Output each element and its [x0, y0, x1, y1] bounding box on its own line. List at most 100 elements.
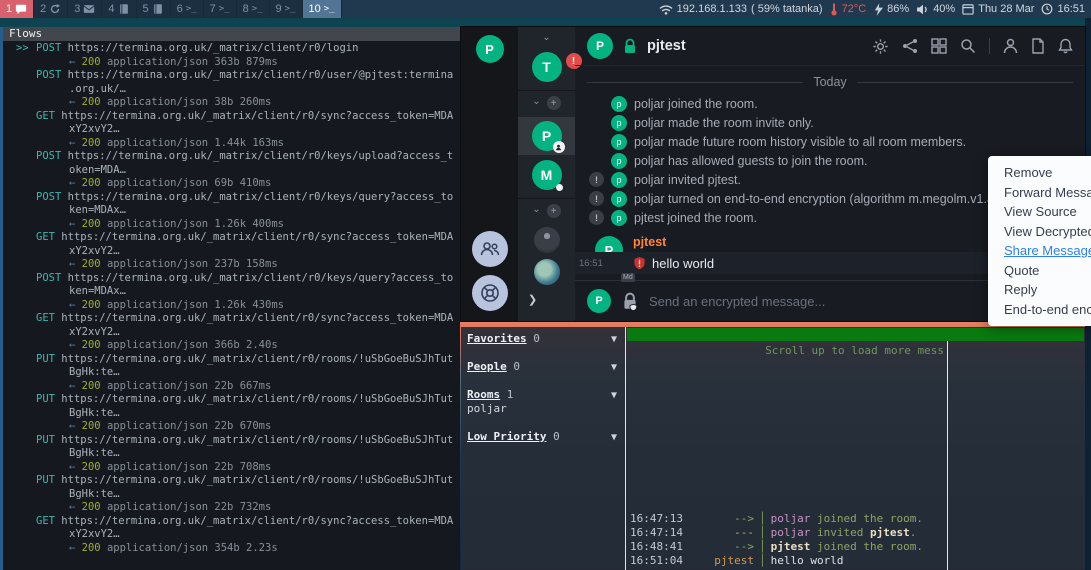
expand-panel-icon[interactable] — [528, 293, 537, 306]
menu-item-share-message[interactable]: Share Message — [988, 241, 1091, 261]
room-title: pjtest — [647, 38, 686, 54]
workspace-9[interactable]: 9>_ — [270, 0, 303, 18]
workspace-number: 8 — [243, 3, 249, 15]
flow-row[interactable]: GET https://termina.org.uk/_matrix/clien… — [3, 110, 460, 151]
chat-line: 16:47:13-->poljar joined the room. — [630, 512, 946, 526]
workspace-7[interactable]: 7>_ — [204, 0, 237, 18]
mini-avatar: p — [611, 172, 627, 188]
workspace-number: 5 — [143, 3, 149, 15]
composer-input[interactable]: Send an encrypted message... — [649, 294, 1027, 309]
flow-row[interactable]: >>POST https://termina.org.uk/_matrix/cl… — [3, 42, 460, 69]
terminal-icon: >_ — [252, 4, 263, 14]
flow-row[interactable]: PUT https://termina.org.uk/_matrix/clien… — [3, 393, 460, 434]
response-arrow-icon: ← — [69, 96, 75, 108]
room-avatar-M[interactable]: M — [532, 160, 562, 190]
workspace-5[interactable]: 5 — [137, 0, 171, 18]
mini-avatar: p — [611, 115, 627, 131]
flow-row[interactable]: POST https://termina.org.uk/_matrix/clie… — [3, 272, 460, 313]
flow-row[interactable]: PUT https://termina.org.uk/_matrix/clien… — [3, 353, 460, 394]
room-avatar-image-2[interactable] — [534, 259, 560, 285]
flow-row[interactable]: GET https://termina.org.uk/_matrix/clien… — [3, 515, 460, 556]
flow-row[interactable]: PUT https://termina.org.uk/_matrix/clien… — [3, 474, 460, 515]
buffer-messages: 16:47:13-->poljar joined the room. 16:47… — [630, 512, 946, 568]
members-icon[interactable] — [1003, 38, 1018, 54]
menu-item-view-decrypted-source[interactable]: View Decrypted Source — [988, 222, 1091, 242]
user-avatar[interactable]: P — [476, 35, 504, 63]
workspace-4[interactable]: 4 — [102, 0, 136, 18]
collapse-triangle-icon[interactable] — [611, 333, 617, 347]
room-avatar-pjtest[interactable]: P — [532, 121, 562, 151]
flow-row[interactable]: GET https://termina.org.uk/_matrix/clien… — [3, 312, 460, 353]
sidebar-section-people[interactable]: People 0 — [467, 360, 619, 374]
settings-gear-icon[interactable] — [872, 38, 889, 55]
workspace-1[interactable]: 1 — [0, 0, 34, 18]
flow-row[interactable]: POST https://termina.org.uk/_matrix/clie… — [3, 69, 460, 110]
collapse-triangle-icon[interactable] — [611, 431, 617, 445]
terminal-icon: >_ — [285, 4, 296, 14]
menu-item-forward[interactable]: Forward Message — [988, 183, 1091, 203]
unverified-shield-icon — [633, 256, 646, 270]
room-avatar-T[interactable]: T ! — [532, 52, 562, 82]
flow-row[interactable]: POST https://termina.org.uk/_matrix/clie… — [3, 150, 460, 191]
menu-item-e2e[interactable]: End-to-end encryption — [988, 300, 1091, 320]
sidebar-section-rooms[interactable]: Rooms 1 — [467, 388, 619, 402]
temperature-status: 72°C — [830, 2, 867, 16]
sidebar-section-low-priority[interactable]: Low Priority 0 — [467, 430, 619, 444]
clock: 16:51 — [1057, 3, 1085, 15]
menu-item-view-source[interactable]: View Source — [988, 202, 1091, 222]
collapse-triangle-icon[interactable] — [611, 389, 617, 403]
section-chevron-icon[interactable] — [532, 204, 540, 218]
refresh-icon — [49, 3, 61, 15]
collapse-triangle-icon[interactable] — [611, 361, 617, 375]
flows-title: Flows — [3, 27, 460, 41]
wifi-detail: ( 59% tatanka) — [751, 3, 823, 15]
workspace-10[interactable]: 10>_ — [303, 0, 342, 18]
workspace-8[interactable]: 8>_ — [237, 0, 270, 18]
search-icon[interactable] — [960, 38, 976, 54]
nicklist-divider — [947, 341, 948, 570]
menu-item-remove[interactable]: Remove — [988, 163, 1091, 183]
mini-avatar: p — [611, 210, 627, 226]
menu-item-reply[interactable]: Reply — [988, 280, 1091, 300]
section-chevron-icon[interactable] — [532, 96, 540, 110]
add-room-icon[interactable] — [547, 96, 561, 110]
flow-row[interactable]: POST https://termina.org.uk/_matrix/clie… — [3, 191, 460, 232]
ip-address: 192.168.1.133 — [677, 3, 747, 15]
workspace-3[interactable]: 3 — [68, 0, 102, 18]
room-avatar-image-1[interactable] — [534, 227, 560, 253]
chat-icon — [15, 3, 27, 15]
lifebuoy-button[interactable] — [472, 275, 508, 311]
markdown-badge: Md — [621, 273, 635, 282]
add-room-icon[interactable] — [547, 204, 561, 218]
collapse-chevron-icon[interactable] — [542, 32, 550, 46]
divider — [989, 38, 990, 54]
people-button[interactable] — [472, 231, 508, 267]
response-arrow-icon: ← — [69, 299, 75, 311]
notifications-bell-icon[interactable] — [1058, 38, 1073, 54]
presence-dot — [556, 184, 563, 191]
buffer-sidebar: Favorites 0 People 0 Rooms 1 poljar Low … — [461, 327, 626, 570]
lifebuoy-icon — [480, 283, 500, 303]
terminal-icon: >_ — [186, 4, 197, 14]
response-arrow-icon: ← — [69, 177, 75, 189]
flow-row[interactable]: PUT https://termina.org.uk/_matrix/clien… — [3, 434, 460, 475]
calendar-icon — [962, 3, 974, 15]
apps-grid-icon[interactable] — [931, 38, 947, 54]
room-list-item-poljar[interactable]: poljar — [467, 402, 619, 416]
menu-item-quote[interactable]: Quote — [988, 261, 1091, 281]
files-icon[interactable] — [1031, 38, 1045, 54]
response-arrow-icon: ← — [69, 339, 75, 351]
sidebar-section-favorites[interactable]: Favorites 0 — [467, 332, 619, 346]
workspace-2[interactable]: 2 — [34, 0, 68, 18]
status-bar: 1 2 3 4 5 6>_ 7>_ 8>_ 9>_ 10>_ 192.168.1… — [0, 0, 1091, 18]
share-icon[interactable] — [902, 38, 918, 54]
person-badge-icon — [553, 141, 565, 153]
flow-row[interactable]: GET https://termina.org.uk/_matrix/clien… — [3, 231, 460, 272]
temperature: 72°C — [842, 3, 867, 15]
workspace-6[interactable]: 6>_ — [171, 0, 204, 18]
weechat-window: Favorites 0 People 0 Rooms 1 poljar Low … — [461, 327, 1085, 570]
timeline-event: ppoljar made future room history visible… — [587, 132, 1073, 151]
room-list-collapsed: T ! P M — [518, 27, 575, 321]
room-avatar[interactable]: P — [587, 33, 613, 59]
thermometer-icon — [830, 2, 838, 16]
